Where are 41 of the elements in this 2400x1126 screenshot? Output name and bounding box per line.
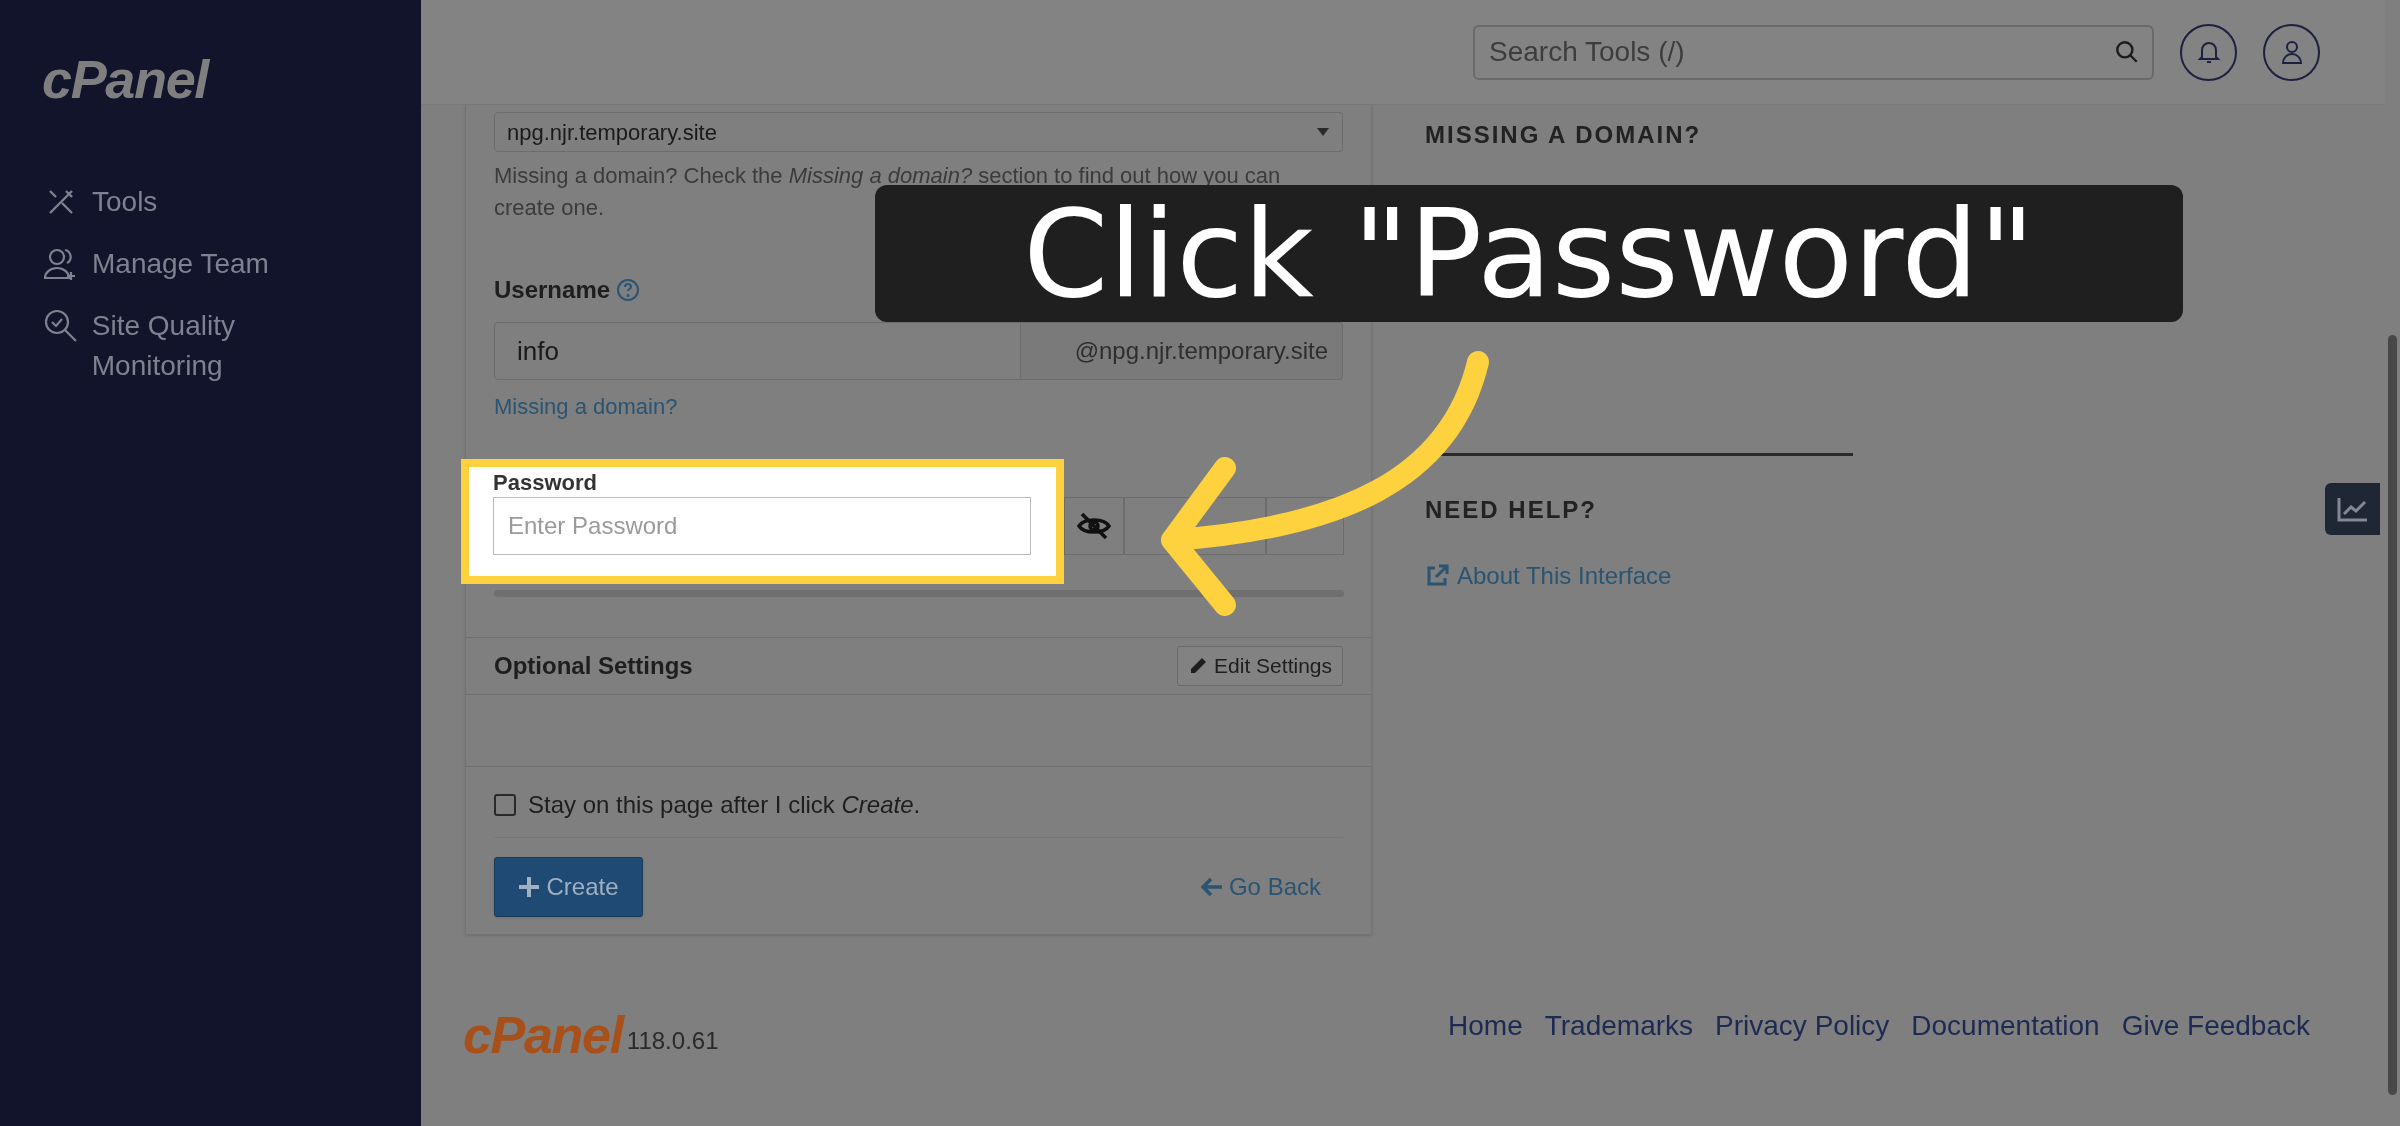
user-button[interactable]: [2263, 23, 2320, 81]
sidebar-item[interactable]: Site Quality Monitoring: [42, 306, 372, 386]
footer-link[interactable]: Documentation: [1911, 1005, 2100, 1047]
bell-icon: [2196, 39, 2221, 65]
plus-icon: [518, 876, 541, 898]
password-label: Password: [493, 469, 598, 497]
magnifier-check-icon: [42, 308, 79, 344]
footer-link[interactable]: Privacy Policy: [1715, 1005, 1890, 1047]
notifications-button[interactable]: [2180, 23, 2237, 81]
cpanel-logo: cPanel: [463, 1009, 623, 1061]
footer-link[interactable]: Trademarks: [1544, 1005, 1694, 1047]
dropdown-caret-icon: [1316, 127, 1330, 137]
help-icon[interactable]: [616, 278, 641, 302]
arrow-left-icon: [1200, 877, 1223, 897]
version-text: 118.0.61: [626, 1026, 719, 1056]
domain-select[interactable]: npg.njr.temporary.site: [494, 112, 1343, 152]
checkbox[interactable]: [494, 794, 516, 816]
create-button[interactable]: Create: [494, 857, 643, 917]
stay-on-page-label: Stay on this page after I click Create.: [528, 790, 921, 820]
cpanel-logo[interactable]: cPanel: [42, 52, 208, 106]
analytics-tab[interactable]: [2325, 483, 2380, 535]
sidebar-item[interactable]: Manage Team: [42, 244, 372, 284]
footer-link[interactable]: Home: [1448, 1005, 1523, 1047]
pencil-icon: [1188, 656, 1209, 676]
optional-settings-title: Optional Settings: [494, 651, 693, 681]
username-label: Username: [494, 275, 611, 305]
external-link-icon: [1425, 564, 1449, 588]
password-field[interactable]: Enter Password: [493, 497, 1031, 555]
footer-link[interactable]: Give Feedback: [2121, 1005, 2310, 1047]
chart-line-icon: [2336, 496, 2369, 522]
user-icon: [2280, 39, 2303, 65]
domain-suffix: @npg.njr.temporary.site: [1021, 322, 1343, 380]
eye-slash-icon: [1077, 512, 1111, 540]
missing-domain-heading: MISSING A DOMAIN?: [1425, 120, 1703, 150]
edit-settings-button[interactable]: Edit Settings: [1177, 646, 1343, 686]
search-field[interactable]: Search Tools (/): [1473, 24, 2154, 80]
sidebar-item[interactable]: Tools: [42, 182, 372, 222]
show-password-button[interactable]: [1064, 497, 1124, 555]
need-help-heading: NEED HELP?: [1425, 495, 1598, 525]
search-icon: [2114, 38, 2140, 65]
username-field[interactable]: info: [494, 322, 1021, 380]
